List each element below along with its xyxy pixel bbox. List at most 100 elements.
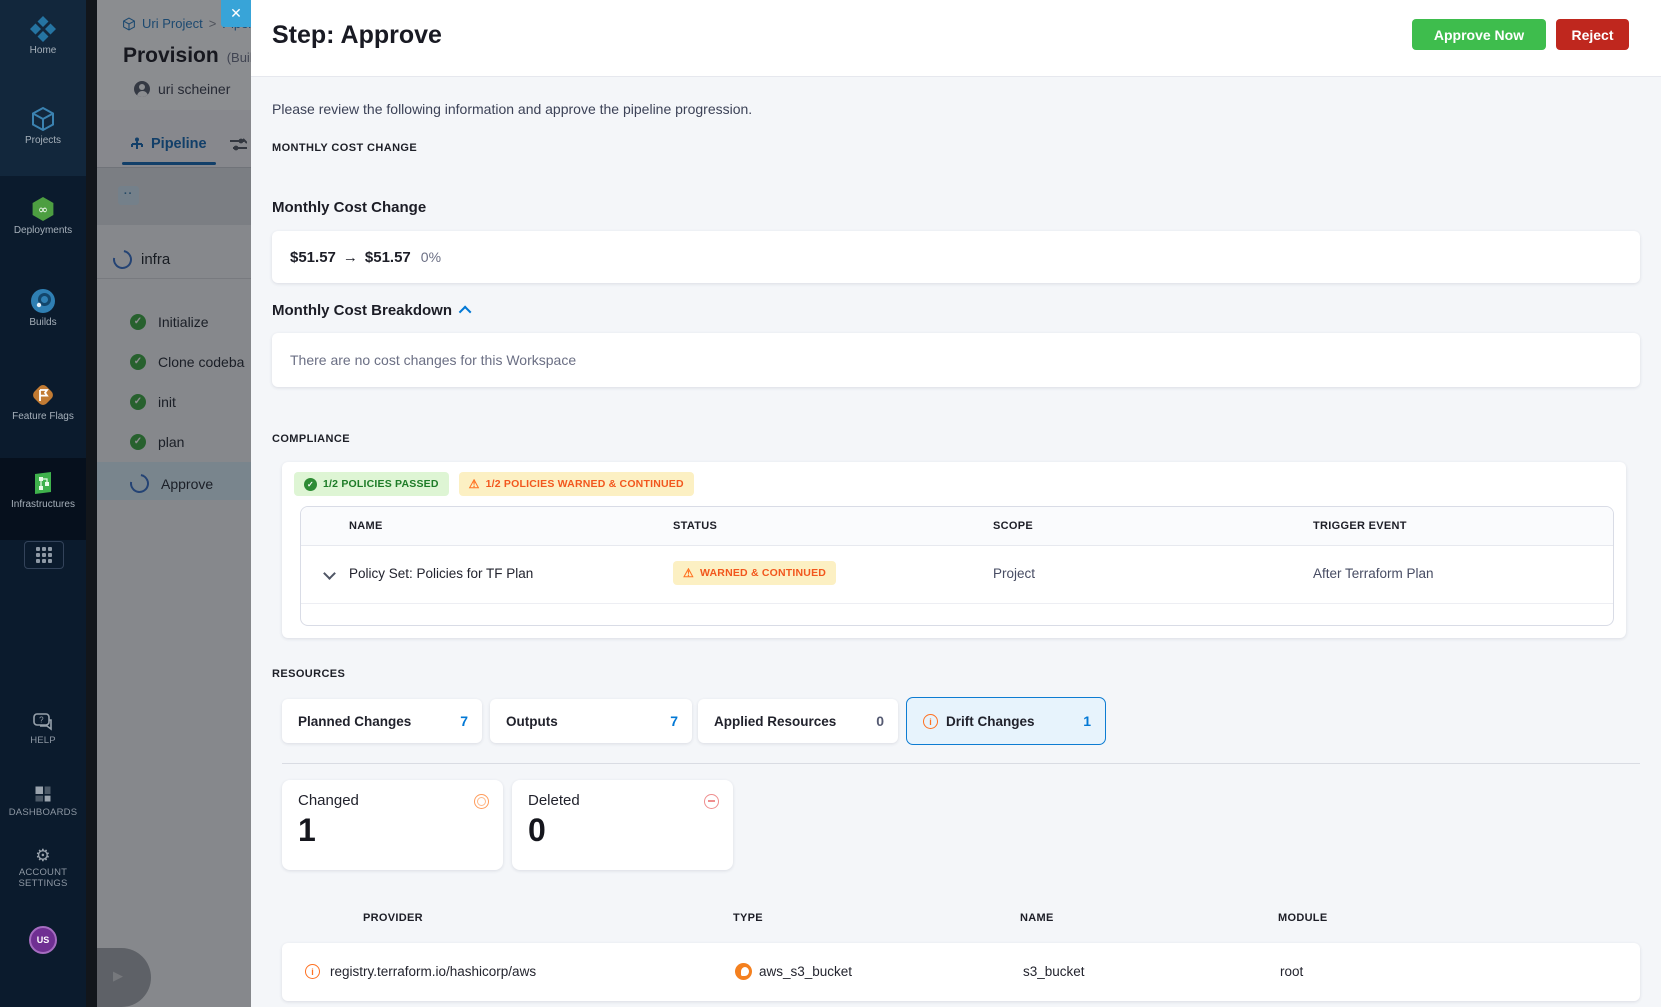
sidebar-item-builds[interactable]: Builds	[0, 288, 86, 328]
cost-breakdown-heading: Monthly Cost Breakdown	[272, 302, 453, 319]
drift-info-icon: i	[305, 964, 320, 979]
sidebar-item-account-settings[interactable]: ⚙ ACCOUNT SETTINGS	[0, 847, 86, 889]
resource-row[interactable]: i registry.terraform.io/hashicorp/aws aw…	[282, 943, 1640, 1001]
sidebar-item-label: ACCOUNT SETTINGS	[18, 867, 68, 889]
cost-breakdown-empty-card: There are no cost changes for this Works…	[272, 333, 1640, 387]
policies-warned-badge: ⚠ 1/2 POLICIES WARNED & CONTINUED	[458, 472, 694, 496]
tab-label: Outputs	[506, 713, 558, 729]
section-label-monthly-cost: MONTHLY COST CHANGE	[272, 142, 418, 154]
col-module: MODULE	[1278, 912, 1328, 924]
sidebar-item-label: Infrastructures	[11, 499, 75, 510]
policies-passed-label: 1/2 POLICIES PASSED	[323, 478, 439, 490]
sidebar-item-label: Feature Flags	[12, 411, 74, 422]
policy-name: Policy Set: Policies for TF Plan	[349, 566, 534, 581]
policy-status-badge: ⚠ WARNED & CONTINUED	[673, 561, 837, 585]
sidebar-item-infrastructures[interactable]: Infrastructures	[0, 470, 86, 510]
stat-value: 0	[528, 812, 546, 848]
chevron-down-icon[interactable]	[323, 567, 336, 580]
policies-passed-badge: ✓ 1/2 POLICIES PASSED	[294, 472, 449, 496]
builds-icon	[31, 289, 55, 313]
close-icon: ✕	[230, 5, 242, 21]
sidebar-item-deployments[interactable]: ∞ Deployments	[0, 196, 86, 236]
module-selector-button[interactable]	[24, 541, 64, 569]
approve-now-button[interactable]: Approve Now	[1412, 19, 1546, 50]
sidebar-item-label: Home	[29, 45, 57, 56]
drift-info-icon: i	[923, 713, 938, 729]
stat-label: Deleted	[528, 792, 580, 809]
compliance-badges: ✓ 1/2 POLICIES PASSED ⚠ 1/2 POLICIES WAR…	[294, 472, 694, 496]
check-circle-icon: ✓	[304, 477, 317, 491]
sidebar-item-projects[interactable]: Projects	[0, 106, 86, 146]
gear-icon: ⚙	[35, 846, 51, 865]
section-label-compliance: COMPLIANCE	[272, 433, 350, 445]
resource-type: aws_s3_bucket	[759, 964, 853, 979]
app-root: Uri Project > Pipeli Provision (Build ur…	[0, 0, 1661, 1007]
warning-triangle-icon: ⚠	[468, 477, 480, 491]
feature-flags-icon	[33, 385, 53, 405]
tab-planned-changes[interactable]: Planned Changes 7	[282, 699, 482, 743]
cost-percent: 0%	[420, 249, 442, 265]
infrastructures-icon	[35, 472, 51, 494]
col-name: NAME	[349, 520, 383, 532]
cost-breakdown-empty-message: There are no cost changes for this Works…	[290, 352, 577, 368]
dashboards-icon	[35, 786, 51, 802]
compliance-card: ✓ 1/2 POLICIES PASSED ⚠ 1/2 POLICIES WAR…	[282, 462, 1626, 638]
apps-grid-icon	[36, 547, 52, 563]
cost-arrow-icon: →	[342, 248, 358, 266]
stat-value: 1	[298, 812, 316, 848]
deleted-icon	[704, 794, 719, 809]
col-resource-name: NAME	[1020, 912, 1054, 924]
sidebar-item-label: Projects	[24, 135, 62, 146]
tab-count: 7	[460, 713, 468, 729]
reject-button[interactable]: Reject	[1556, 19, 1629, 50]
tab-count: 7	[670, 713, 678, 729]
policy-scope: Project	[993, 566, 1036, 581]
section-label-resources: RESOURCES	[272, 668, 346, 680]
aws-provider-icon	[735, 963, 752, 980]
close-button[interactable]: ✕	[221, 0, 251, 27]
sidebar-item-feature-flags[interactable]: Feature Flags	[0, 382, 86, 422]
cost-from: $51.57	[290, 248, 336, 266]
sidebar-item-label: HELP	[30, 735, 56, 746]
tab-count: 0	[876, 713, 884, 729]
svg-text:?: ?	[39, 716, 44, 725]
resource-name: s3_bucket	[1023, 964, 1085, 979]
svg-text:∞: ∞	[38, 203, 48, 217]
sidebar-item-dashboards[interactable]: DASHBOARDS	[0, 784, 86, 818]
approve-step-drawer: ✕ Step: Approve Approve Now Reject Pleas…	[221, 0, 1661, 1007]
home-icon	[30, 16, 56, 42]
tab-outputs[interactable]: Outputs 7	[490, 699, 692, 743]
policy-status-label: WARNED & CONTINUED	[699, 567, 827, 579]
cost-to: $51.57	[364, 248, 411, 266]
warning-triangle-icon: ⚠	[683, 566, 694, 580]
sidebar-item-label: DASHBOARDS	[8, 807, 78, 818]
tab-count: 1	[1083, 713, 1091, 729]
tab-label: Drift Changes	[946, 713, 1035, 729]
drawer-title: Step: Approve	[272, 21, 442, 49]
nav-sidebar: Home Projects ∞ Deployments Builds Featu…	[0, 0, 86, 1007]
resource-provider: registry.terraform.io/hashicorp/aws	[330, 964, 537, 979]
changed-icon	[474, 794, 489, 809]
cost-change-card: $51.57 → $51.57 0%	[272, 231, 1640, 283]
stat-card-deleted: Deleted 0	[512, 780, 733, 870]
col-type: TYPE	[733, 912, 763, 924]
cost-breakdown-toggle[interactable]: Monthly Cost Breakdown	[272, 302, 472, 319]
policy-table-header: NAME STATUS SCOPE TRIGGER EVENT	[301, 507, 1613, 546]
sidebar-item-label: Deployments	[13, 225, 73, 236]
tab-drift-changes[interactable]: i Drift Changes 1	[906, 697, 1106, 745]
col-status: STATUS	[673, 520, 718, 532]
user-avatar[interactable]: US	[29, 926, 57, 954]
stat-card-changed: Changed 1	[282, 780, 503, 870]
resource-module: root	[1280, 964, 1304, 979]
policy-table: NAME STATUS SCOPE TRIGGER EVENT Policy S…	[300, 506, 1614, 626]
sidebar-item-home[interactable]: Home	[0, 16, 86, 56]
sidebar-item-help[interactable]: ? HELP	[0, 712, 86, 746]
tab-label: Applied Resources	[714, 713, 837, 729]
col-trigger: TRIGGER EVENT	[1313, 520, 1407, 532]
tab-applied-resources[interactable]: Applied Resources 0	[698, 699, 898, 743]
policy-table-row[interactable]: Policy Set: Policies for TF Plan ⚠ WARNE…	[301, 545, 1613, 604]
sidebar-item-label: Builds	[29, 317, 57, 328]
resources-divider	[282, 763, 1640, 764]
deployments-icon: ∞	[32, 197, 54, 221]
col-scope: SCOPE	[993, 520, 1034, 532]
